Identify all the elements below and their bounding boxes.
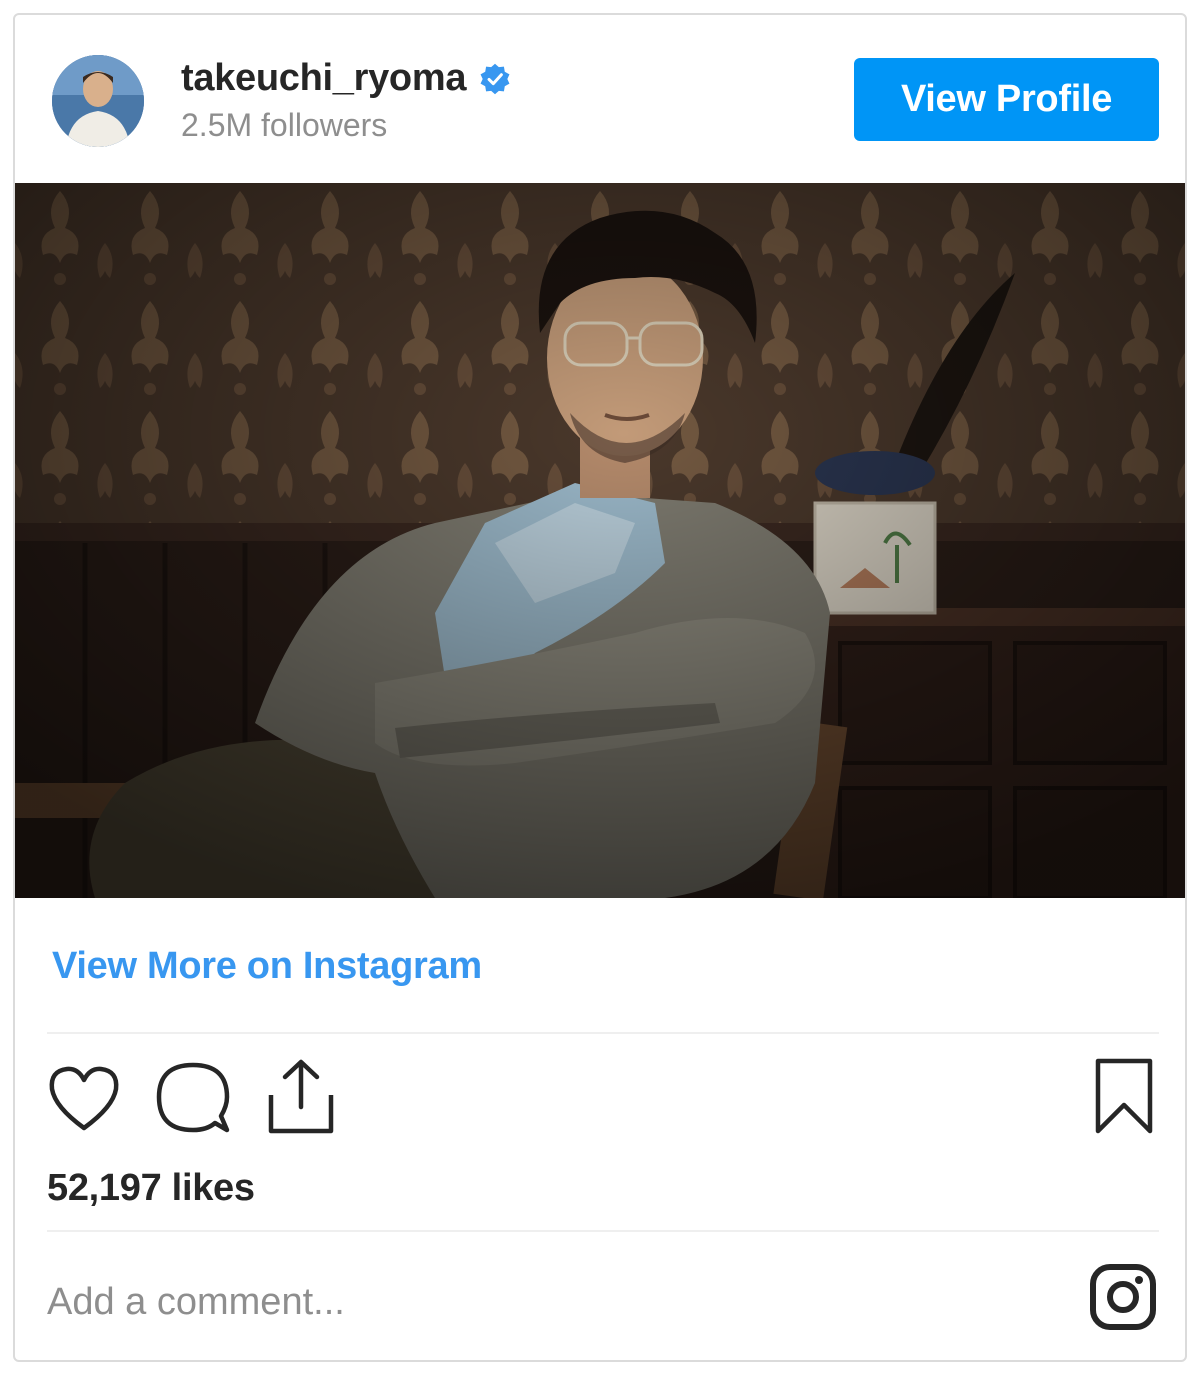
divider (47, 1032, 1159, 1034)
comment-input[interactable] (47, 1275, 1047, 1329)
share-icon[interactable] (267, 1057, 335, 1137)
view-profile-button[interactable]: View Profile (854, 58, 1159, 141)
heart-icon[interactable] (47, 1065, 121, 1133)
username-text[interactable]: takeuchi_ryoma (181, 57, 466, 100)
like-count[interactable]: 52,197 likes (47, 1167, 255, 1210)
bookmark-icon[interactable] (1093, 1057, 1155, 1135)
follower-count: 2.5M followers (181, 107, 388, 143)
comment-icon[interactable] (155, 1060, 231, 1136)
username[interactable]: takeuchi_ryoma (181, 57, 512, 100)
instagram-icon[interactable] (1089, 1263, 1157, 1331)
profile-avatar[interactable] (52, 55, 144, 147)
divider (47, 1230, 1159, 1232)
view-more-link[interactable]: View More on Instagram (52, 945, 482, 988)
instagram-embed-card: takeuchi_ryoma 2.5M followers View Profi… (13, 13, 1187, 1362)
post-image[interactable] (15, 183, 1185, 898)
verified-badge-icon (480, 63, 510, 94)
